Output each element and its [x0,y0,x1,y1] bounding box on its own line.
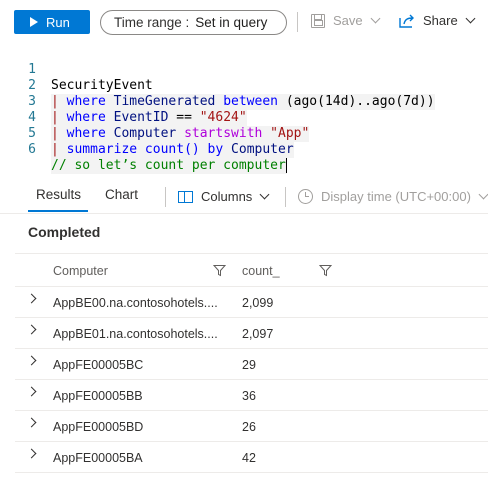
cell-count: 29 [242,358,256,372]
cell-count: 42 [242,451,256,465]
query-status: Completed [28,224,101,240]
share-label: Share [423,13,458,28]
results-tab-bar: Results Chart Columns Display time (UTC+… [0,178,488,214]
cell-count: 2,099 [242,296,274,310]
chevron-right-icon[interactable] [26,293,37,304]
code-line: 5 | summarize count() by Computer [0,110,488,158]
code-token: count() [137,142,200,157]
cell-computer: AppFE00005BA [53,451,143,465]
cell-computer: AppFE00005BB [53,389,143,403]
play-icon [30,17,38,27]
chevron-down-icon [370,13,381,24]
cell-computer: AppBE00.na.contosohotels.... [53,296,218,310]
time-range-picker[interactable]: Time range : Set in query [100,10,287,35]
table-row[interactable]: AppFE00005BC 29 [15,349,488,380]
cell-computer: AppFE00005BC [53,358,144,372]
code-line: 3 | where EventID == "4624" [0,78,488,126]
share-button[interactable]: Share [399,13,476,28]
table-header: Computer count_ [15,254,488,287]
tab-chart[interactable]: Chart [105,187,138,202]
code-line: 6 // so let’s count per computer [0,126,488,174]
table-row[interactable]: AppFE00005BB 36 [15,380,488,411]
chevron-down-icon [478,189,488,200]
run-button[interactable]: Run [14,10,90,34]
toolbar-divider [297,12,298,32]
code-line: 1 SecurityEvent [0,46,488,93]
run-label: Run [46,14,70,30]
code-token: Computer [223,142,294,157]
chevron-down-icon [465,13,476,24]
tab-divider [285,187,286,207]
cell-count: 26 [242,420,256,434]
time-range-label: Time range : [114,15,190,30]
chevron-down-icon [259,189,270,200]
tab-results[interactable]: Results [36,187,81,202]
chevron-right-icon[interactable] [26,324,37,335]
chevron-right-icon[interactable] [26,417,37,428]
results-table: Computer count_ AppBE00.na.contosohotels… [15,254,488,473]
columns-button[interactable]: Columns [178,189,270,204]
display-time-dropdown[interactable]: Display time (UTC+00:00) [298,189,488,204]
line-number: 6 [28,142,36,157]
code-token: by [199,142,224,157]
chevron-right-icon[interactable] [26,448,37,459]
display-time-label: Display time (UTC+00:00) [321,189,471,204]
code-line: 2 | where TimeGenerated between (ago(14d… [0,62,488,110]
code-token: summarize [58,142,138,157]
query-editor[interactable]: 1 SecurityEvent 2 | where TimeGenerated … [0,44,488,174]
columns-label: Columns [201,189,253,204]
chevron-right-icon[interactable] [26,355,37,366]
column-header-computer[interactable]: Computer [53,264,108,278]
code-token: | [51,142,59,157]
clock-icon [298,189,313,204]
table-row[interactable]: AppBE00.na.contosohotels.... 2,099 [15,287,488,318]
filter-icon[interactable] [213,264,226,277]
table-row[interactable]: AppFE00005BD 26 [15,411,488,442]
text-cursor [285,158,287,173]
table-row[interactable]: AppBE01.na.contosohotels.... 2,097 [15,318,488,349]
columns-icon [178,190,193,203]
save-icon [311,13,325,28]
query-toolbar: Run Time range : Set in query Save Share [0,0,488,44]
table-row[interactable]: AppFE00005BA 42 [15,442,488,473]
time-range-value: Set in query [195,15,268,30]
save-button[interactable]: Save [311,13,381,28]
cell-count: 36 [242,389,256,403]
active-tab-indicator [28,210,88,212]
cell-computer: AppFE00005BD [53,420,144,434]
code-line: 4 | where Computer startswith "App" [0,94,488,142]
save-label: Save [333,13,363,28]
cell-computer: AppBE01.na.contosohotels.... [53,327,218,341]
share-icon [399,14,415,28]
cell-count: 2,097 [242,327,274,341]
filter-icon[interactable] [319,264,332,277]
column-header-count[interactable]: count_ [242,264,280,278]
chevron-right-icon[interactable] [26,386,37,397]
tab-divider [165,187,166,207]
code-comment: // so let’s count per computer [51,158,286,173]
